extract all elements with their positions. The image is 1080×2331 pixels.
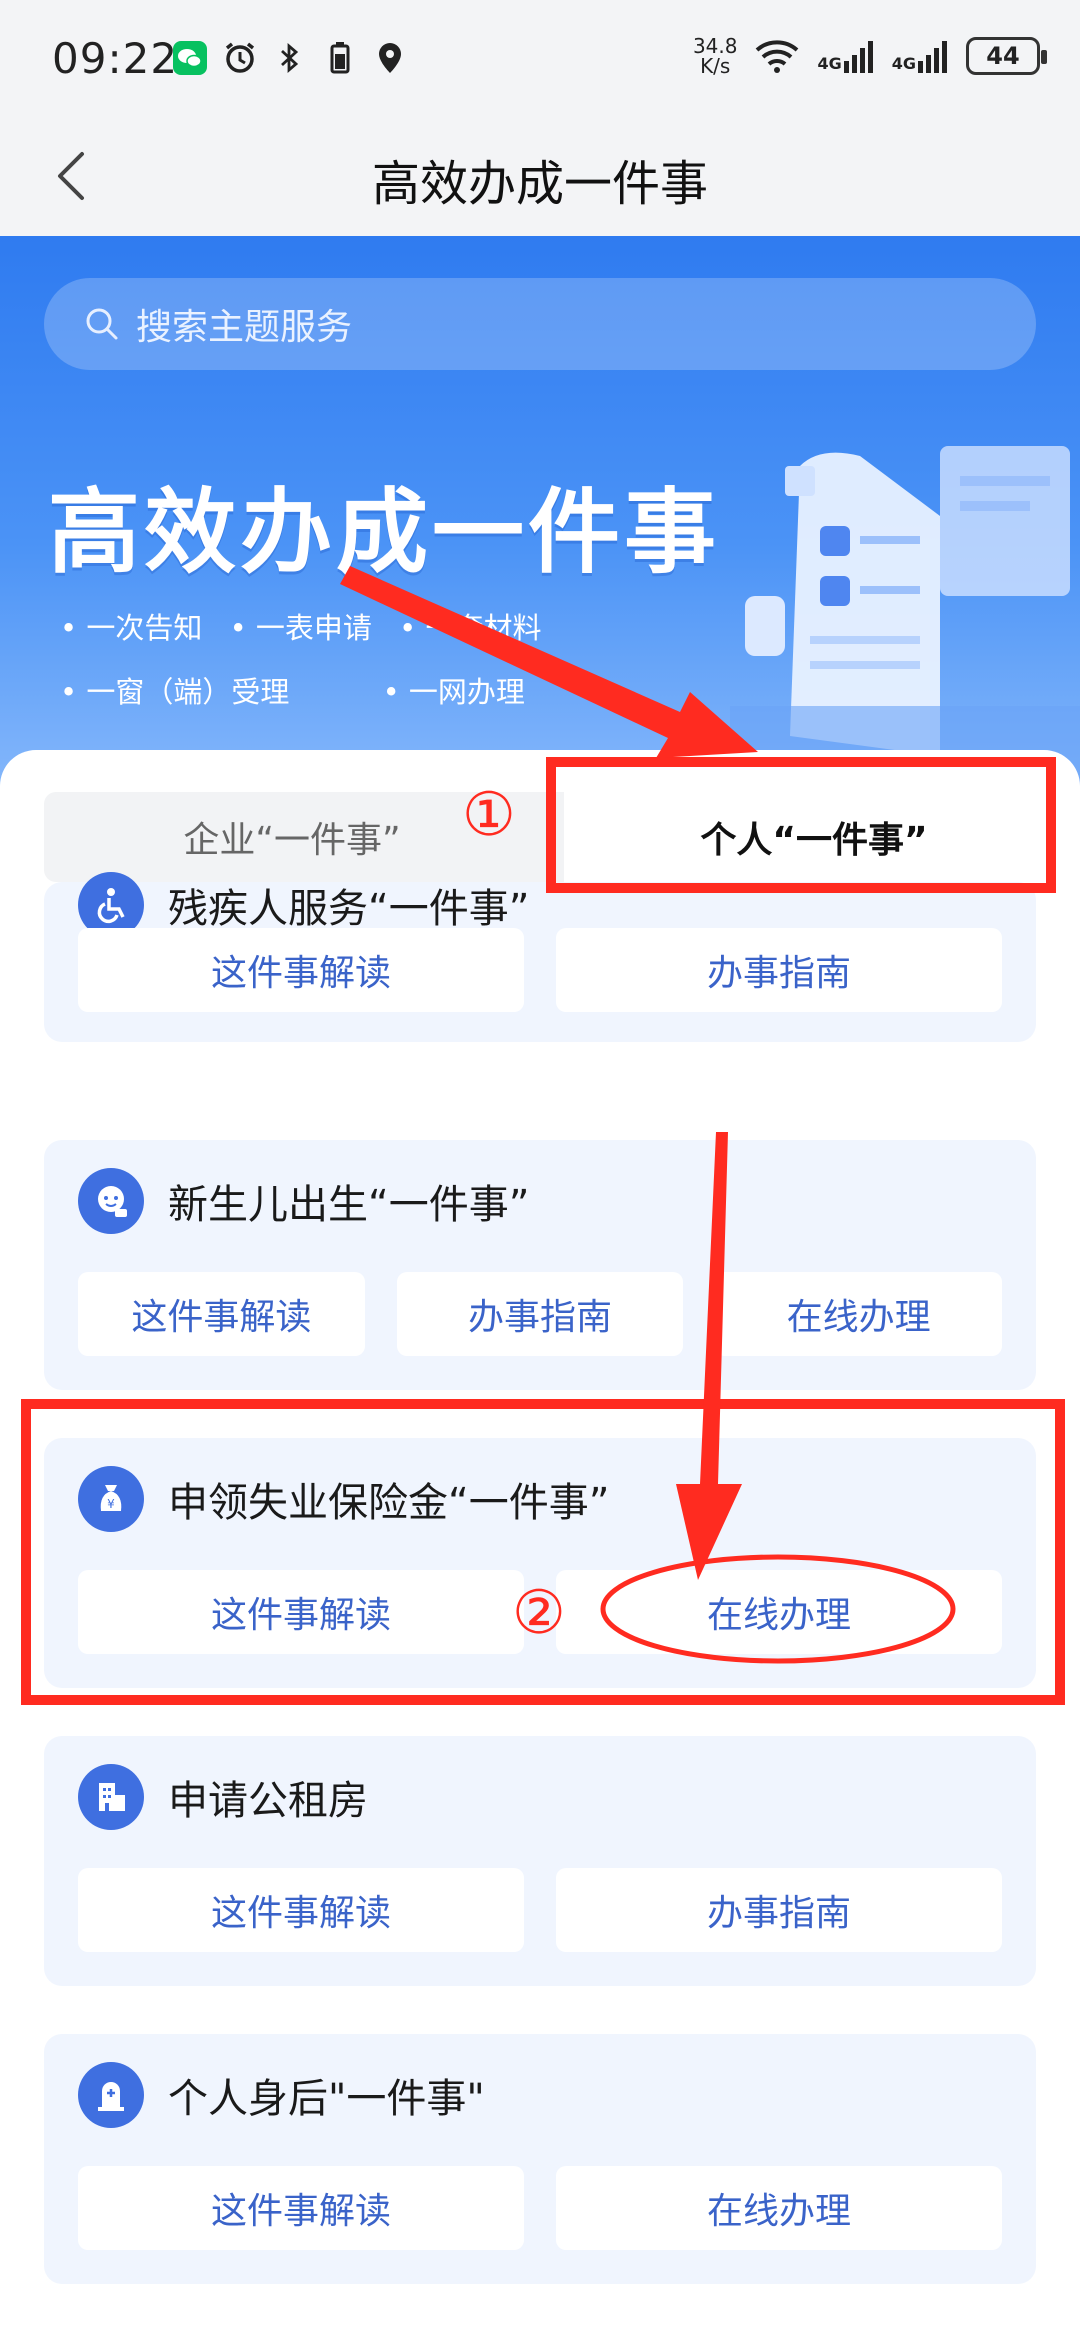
page-title: 高效办成一件事	[371, 156, 708, 212]
signal-icon-2: 4G	[892, 39, 948, 73]
alarm-icon	[225, 42, 255, 73]
card-title: 申请公租房	[168, 1778, 368, 1824]
card-actions: 这件事解读 办事指南	[78, 1868, 1002, 1952]
content-panel: 企业“一件事” 个人“一件事” 残疾人服务“一件事” 这件事解读 办事指南 新生…	[0, 750, 1080, 2331]
hero-bullet: 一窗（端）受理	[86, 675, 290, 709]
card-header: 申请公租房	[78, 1764, 368, 1830]
hero-bullets-row-2: • 一窗（端）受理 • 一网办理	[60, 660, 541, 724]
memorial-icon	[78, 2062, 144, 2128]
category-tabs: 企业“一件事” 个人“一件事”	[44, 792, 1064, 882]
guide-button[interactable]: 办事指南	[396, 1272, 684, 1356]
card-header: 个人身后"一件事"	[78, 2062, 485, 2128]
net-speed: 34.8 K/s	[693, 36, 738, 76]
annotation-step-2: ②	[512, 1578, 566, 1648]
service-card-after-death: 个人身后"一件事" 这件事解读 在线办理	[44, 2034, 1036, 2284]
online-apply-button[interactable]: 在线办理	[556, 1570, 1002, 1654]
money-bag-icon: ¥	[78, 1466, 144, 1532]
search-bar[interactable]: 搜索主题服务	[44, 278, 1036, 370]
baby-icon	[78, 1168, 144, 1234]
wifi-icon	[756, 40, 799, 73]
signal-label-2: 4G	[891, 54, 916, 73]
building-icon	[78, 1764, 144, 1830]
search-placeholder: 搜索主题服务	[136, 307, 353, 348]
status-time: 09:22	[52, 34, 179, 83]
service-card-public-housing: 申请公租房 这件事解读 办事指南	[44, 1736, 1036, 1986]
net-speed-value: 34.8	[692, 34, 738, 58]
nav-bar: 高效办成一件事	[0, 120, 1080, 236]
online-apply-button[interactable]: 在线办理	[715, 1272, 1003, 1356]
online-apply-button[interactable]: 在线办理	[556, 2166, 1002, 2250]
hero-bullet: 一次告知	[86, 611, 203, 645]
hero-title: 高效办成一件事	[48, 479, 721, 586]
card-title: 个人身后"一件事"	[168, 2076, 485, 2122]
net-speed-unit: K/s	[700, 54, 731, 78]
service-card-disability: 残疾人服务“一件事” 这件事解读 办事指南	[44, 872, 1036, 1042]
hero-bullet: 一网办理	[408, 675, 525, 709]
status-system-icons: 34.8 K/s 4G 4G 44	[693, 36, 1047, 76]
interpretation-button[interactable]: 这件事解读	[78, 928, 524, 1012]
service-card-unemployment: ¥ 申领失业保险金“一件事” 这件事解读 在线办理	[44, 1438, 1036, 1688]
interpretation-button[interactable]: 这件事解读	[78, 1570, 524, 1654]
interpretation-button[interactable]: 这件事解读	[78, 1868, 524, 1952]
svg-text:¥: ¥	[107, 1497, 115, 1511]
wechat-icon	[173, 41, 207, 75]
location-icon	[379, 43, 401, 73]
card-actions: 这件事解读 办事指南	[78, 928, 1002, 1012]
hero-bullets: • 一次告知 • 一表申请 • 一套材料 • 一窗（端）受理 • 一网办理	[60, 596, 541, 724]
hero-banner: 搜索主题服务 高效办成一件事 • 一次告知 • 一表申请 • 一套材料 • 一窗…	[0, 236, 1080, 796]
document-illustration-icon	[730, 446, 1080, 796]
status-notification-icons	[172, 40, 408, 76]
tab-personal[interactable]: 个人“一件事”	[564, 792, 1064, 882]
signal-bars-icon	[843, 41, 873, 73]
status-bar: 09:22 34.8 K/s 4G 4G 44	[0, 0, 1080, 120]
search-icon	[86, 308, 118, 340]
signal-icon-1: 4G	[817, 39, 873, 73]
guide-button[interactable]: 办事指南	[556, 1868, 1002, 1952]
hero-bullet: 一表申请	[255, 611, 372, 645]
card-title: 申领失业保险金“一件事”	[168, 1480, 610, 1526]
battery-indicator: 44	[966, 37, 1047, 75]
card-title: 新生儿出生“一件事”	[168, 1182, 530, 1228]
interpretation-button[interactable]: 这件事解读	[78, 1272, 365, 1356]
annotation-step-1: ①	[462, 780, 516, 850]
card-actions: 这件事解读 在线办理	[78, 2166, 1002, 2250]
service-card-newborn: 新生儿出生“一件事” 这件事解读 办事指南 在线办理	[44, 1140, 1036, 1390]
hero-bullet: 一套材料	[425, 611, 542, 645]
battery-small-icon	[330, 42, 350, 74]
card-actions: 这件事解读 办事指南 在线办理	[78, 1272, 1003, 1356]
bluetooth-icon	[281, 42, 299, 74]
interpretation-button[interactable]: 这件事解读	[78, 2166, 524, 2250]
card-header: ¥ 申领失业保险金“一件事”	[78, 1466, 609, 1532]
card-title: 残疾人服务“一件事”	[168, 886, 530, 932]
signal-label-1: 4G	[817, 54, 842, 73]
hero-bullets-row-1: • 一次告知 • 一表申请 • 一套材料	[60, 596, 541, 660]
signal-bars-icon	[918, 41, 947, 73]
card-header: 新生儿出生“一件事”	[78, 1168, 529, 1234]
guide-button[interactable]: 办事指南	[556, 928, 1002, 1012]
